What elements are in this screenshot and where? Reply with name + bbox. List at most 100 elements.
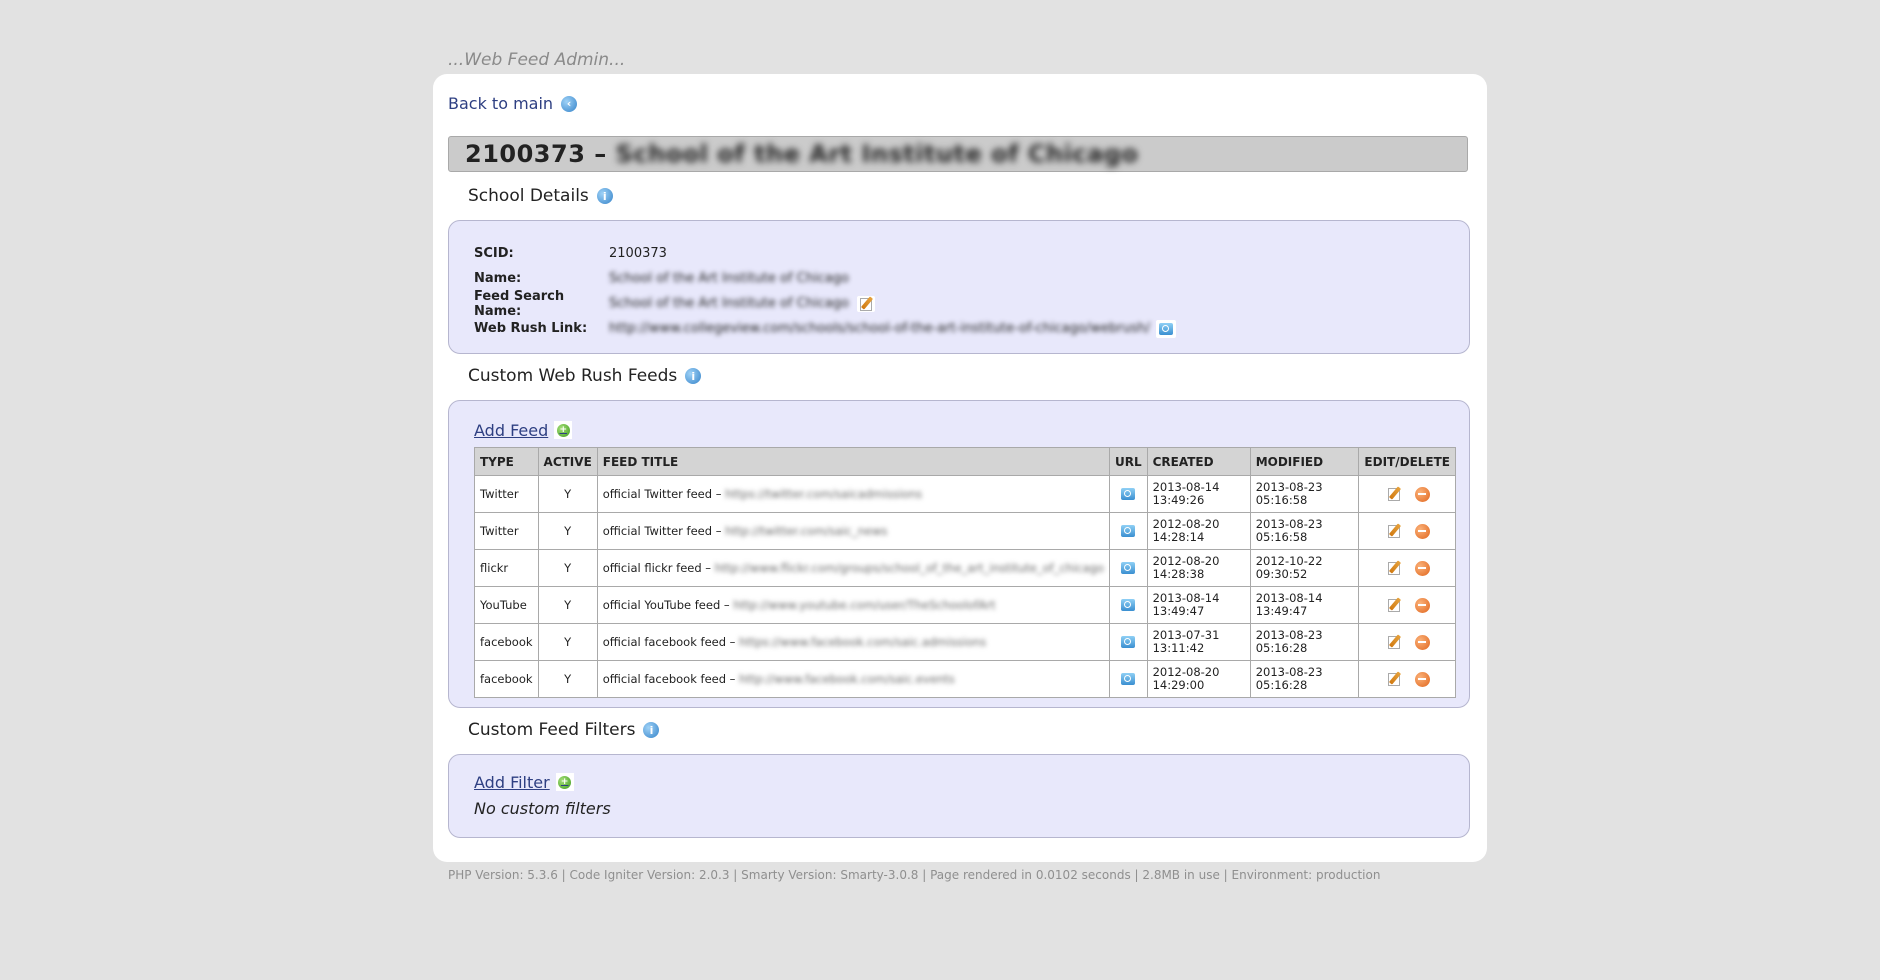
modified-time: 05:16:58	[1255, 493, 1308, 507]
delete-icon[interactable]	[1414, 634, 1430, 650]
delete-icon[interactable]	[1414, 671, 1430, 687]
view-url-icon[interactable]	[1118, 596, 1139, 614]
filters-heading: Custom Feed Filters i	[468, 720, 660, 740]
created-time: 14:28:38	[1152, 567, 1205, 581]
add-filter-label: Add Filter	[474, 772, 550, 792]
detail-row-name: Name: School of the Art Institute of Chi…	[474, 266, 1469, 291]
cell-type: Twitter	[474, 512, 539, 550]
delete-icon[interactable]	[1414, 486, 1430, 502]
feeds-table: TYPE ACTIVE FEED TITLE URL CREATED MODIF…	[474, 447, 1456, 698]
delete-icon[interactable]	[1414, 560, 1430, 576]
feed-title-text: official Twitter feed –	[602, 487, 726, 501]
cell-edit-delete	[1358, 660, 1456, 698]
detail-label: Web Rush Link:	[474, 321, 588, 336]
created-time: 13:49:47	[1152, 604, 1205, 618]
detail-value: School of the Art Institute of Chicago	[609, 296, 849, 311]
created-time: 14:29:00	[1152, 678, 1205, 692]
feeds-box: Add Feed + TYPE ACTIVE FEED TITLE URL CR…	[448, 400, 1470, 708]
cell-created: 2013-07-31 13:11:42	[1146, 623, 1251, 661]
edit-icon[interactable]	[1384, 634, 1403, 650]
school-details-title: School Details	[468, 186, 589, 206]
detail-row-web-rush-link: Web Rush Link: http://www.collegeview.co…	[474, 316, 1469, 341]
cell-url	[1108, 512, 1148, 550]
edit-icon[interactable]	[1384, 671, 1403, 687]
cell-feed-title: official facebook feed – https://www.fac…	[596, 623, 1110, 661]
column-header-active: ACTIVE	[537, 447, 598, 476]
cell-modified: 2012-10-22 09:30:52	[1249, 549, 1360, 587]
detail-value[interactable]: http://www.collegeview.com/schools/schoo…	[609, 321, 1150, 336]
view-url-icon[interactable]	[1118, 485, 1139, 503]
info-icon[interactable]: i	[596, 188, 613, 204]
page-title-scid: 2100373	[465, 140, 586, 168]
cell-modified: 2013-08-23 05:16:28	[1249, 660, 1360, 698]
cell-modified: 2013-08-23 05:16:58	[1249, 512, 1360, 550]
cell-type: Twitter	[474, 475, 539, 513]
cell-created: 2013-08-14 13:49:26	[1146, 475, 1251, 513]
feed-url-text: http://twitter.com/saic_news	[725, 524, 888, 538]
back-to-main-link[interactable]: Back to main ‹	[448, 94, 578, 113]
feed-title-text: official YouTube feed –	[602, 598, 734, 612]
feeds-heading: Custom Web Rush Feeds i	[468, 366, 702, 386]
column-header-url: URL	[1108, 447, 1148, 476]
modified-time: 05:16:28	[1255, 678, 1308, 692]
footer-info: PHP Version: 5.3.6 | Code Igniter Versio…	[448, 868, 1381, 882]
view-url-icon[interactable]	[1118, 559, 1139, 577]
feed-title-text: official Twitter feed –	[602, 524, 726, 538]
cell-type: flickr	[474, 549, 539, 587]
page-title: 2100373 – School of the Art Institute of…	[448, 136, 1468, 172]
created-time: 13:49:26	[1152, 493, 1205, 507]
edit-icon[interactable]	[1384, 560, 1403, 576]
delete-icon[interactable]	[1414, 597, 1430, 613]
cell-modified: 2013-08-23 05:16:28	[1249, 623, 1360, 661]
feed-title-text: official facebook feed –	[602, 672, 740, 686]
cell-edit-delete	[1358, 475, 1456, 513]
edit-icon[interactable]	[856, 295, 875, 312]
edit-icon[interactable]	[1384, 597, 1403, 613]
view-url-icon[interactable]	[1118, 522, 1139, 540]
modified-time: 13:49:47	[1255, 604, 1308, 618]
cell-url	[1108, 660, 1148, 698]
view-link-icon[interactable]	[1156, 319, 1177, 338]
detail-value: School of the Art Institute of Chicago	[609, 271, 849, 286]
edit-icon[interactable]	[1384, 486, 1403, 502]
cell-modified: 2013-08-14 13:49:47	[1249, 586, 1360, 624]
cell-created: 2012-08-20 14:28:14	[1146, 512, 1251, 550]
back-link-label: Back to main	[448, 94, 554, 113]
modified-time: 09:30:52	[1255, 567, 1308, 581]
feed-title-text: official facebook feed –	[602, 635, 740, 649]
feed-title-text: official flickr feed –	[602, 561, 715, 575]
info-icon[interactable]: i	[643, 722, 660, 738]
feed-url-text: http://www.facebook.com/saic.events	[739, 672, 955, 686]
cell-active: Y	[537, 623, 598, 661]
add-icon: +	[556, 423, 570, 437]
add-feed-label: Add Feed	[474, 420, 549, 440]
school-details-heading: School Details i	[468, 186, 613, 206]
table-row: Twitter Yofficial Twitter feed – https://…	[474, 475, 1456, 513]
add-filter-button[interactable]: Add Filter +	[474, 771, 1469, 793]
cell-type: YouTube	[474, 586, 539, 624]
view-url-icon[interactable]	[1118, 633, 1139, 651]
column-header-modified: MODIFIED	[1249, 447, 1360, 476]
feed-url-text: http://www.flickr.com/groups/school_of_t…	[714, 561, 1104, 575]
add-feed-button[interactable]: Add Feed +	[474, 419, 1469, 441]
column-header-edit-delete: EDIT/DELETE	[1358, 447, 1456, 476]
cell-edit-delete	[1358, 623, 1456, 661]
created-time: 13:11:42	[1152, 641, 1205, 655]
edit-icon[interactable]	[1384, 523, 1403, 539]
cell-type: facebook	[474, 660, 539, 698]
cell-url	[1108, 623, 1148, 661]
info-icon[interactable]: i	[685, 368, 702, 384]
table-row: facebook Yofficial facebook feed – http:/…	[474, 660, 1456, 698]
page-title-school-name: School of the Art Institute of Chicago	[615, 140, 1139, 168]
page-title-separator: –	[585, 140, 616, 168]
detail-label: SCID:	[474, 246, 514, 261]
cell-feed-title: official Twitter feed – http://twitter.c…	[596, 512, 1110, 550]
detail-label: Name:	[474, 271, 522, 286]
cell-active: Y	[537, 586, 598, 624]
modified-time: 05:16:28	[1255, 641, 1308, 655]
delete-icon[interactable]	[1414, 523, 1430, 539]
view-url-icon[interactable]	[1118, 670, 1139, 688]
cell-url	[1108, 586, 1148, 624]
cell-active: Y	[537, 475, 598, 513]
cell-active: Y	[537, 660, 598, 698]
